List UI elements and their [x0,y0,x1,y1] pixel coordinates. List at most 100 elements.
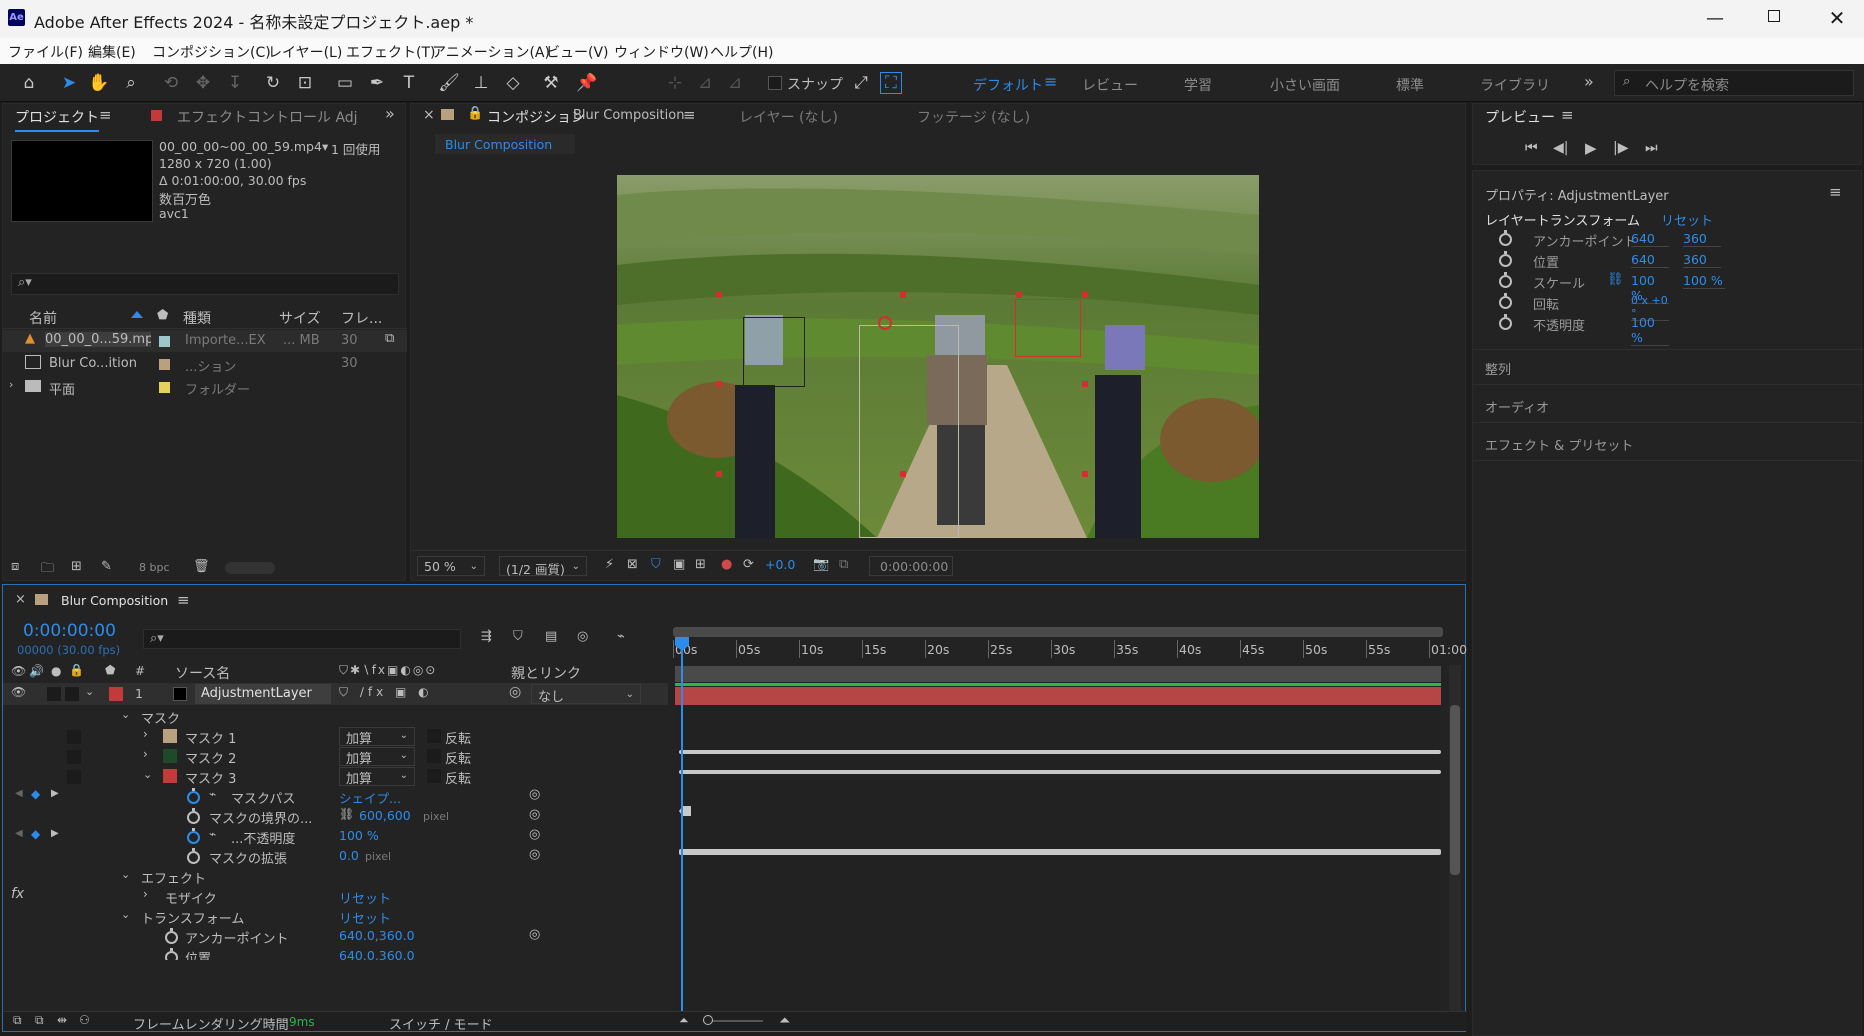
eraser-tool-icon[interactable]: ◇ [502,72,524,94]
mask-mode-select[interactable]: 加算 ⌄ [339,747,415,767]
snap-checkbox[interactable] [768,76,782,90]
workspace-review[interactable]: レビュー [1082,75,1138,95]
col-name[interactable]: 名前 [29,308,57,328]
close-tab-icon[interactable]: × [423,107,435,123]
close-tab-icon[interactable]: × [15,592,26,607]
toggle-switches-modes[interactable]: スイッチ / モード [389,1014,493,1033]
play-icon[interactable]: ▶ [1585,139,1597,157]
mask-color-swatch[interactable] [163,769,177,783]
video-switch-icon[interactable]: 👁 [11,664,26,678]
home-icon[interactable]: ⌂ [18,72,40,94]
stopwatch-icon[interactable] [1499,293,1512,309]
menu-file[interactable]: ファイル(F) [8,42,83,62]
prev-keyframe-icon[interactable]: ◀ [15,828,23,839]
layer-name[interactable]: AdjustmentLayer [195,684,331,704]
help-search-input[interactable]: ⌕ ヘルプを検索 [1614,70,1854,96]
prop-value-y[interactable]: 360 [1683,231,1721,247]
mask-name[interactable]: マスク 1 [185,728,236,747]
prop-value-y[interactable]: 100 % [1683,273,1725,289]
audio-panel-header[interactable]: オーディオ [1485,397,1549,416]
col-frame-rate[interactable]: フレ... [341,308,382,328]
previous-frame-icon[interactable]: ◀| [1553,140,1568,156]
time-navigator[interactable] [673,627,1443,637]
reset-exposure-icon[interactable]: ⟳ [743,557,754,572]
position-value[interactable]: 640.0,360.0 [339,948,415,960]
pickwhip-icon[interactable]: ◎ [529,827,540,842]
pickwhip-icon[interactable]: ◎ [529,927,540,942]
tab-project[interactable]: プロジェクト [15,107,99,132]
dolly-camera-icon[interactable]: ↧ [224,72,246,94]
snap-options-icon[interactable]: ⤢ [850,72,872,94]
thumb-name[interactable]: 00_00_00~00_00_59.mp4▾ [159,139,328,154]
mask-1-outline[interactable] [743,317,805,387]
position-row[interactable]: 位置 640.0,360.0 [3,946,668,960]
prop-value[interactable]: 100 % [1631,315,1669,346]
first-frame-icon[interactable]: ⏮ [1525,140,1538,156]
adjust-project-icon[interactable]: ✎ [101,559,112,574]
flowchart-icon[interactable]: ⧉ [385,331,394,346]
anchor-point-icon[interactable] [878,316,892,330]
zoom-out-icon[interactable]: ⏶ [679,1013,689,1028]
workspace-libraries[interactable]: ライブラリ [1480,75,1550,95]
region-of-interest-icon[interactable]: ▣ [673,557,685,572]
time-ruler[interactable]: 00s 05s 10s 15s 20s 25s 30s 35s 40s 45s 50s 55s 01:0… [673,638,1467,660]
sort-ascending-icon[interactable] [131,311,143,318]
solo-box[interactable] [47,687,61,701]
project-item-folder[interactable]: › 平面 フォルダー [3,376,407,398]
work-area-range[interactable] [675,683,1441,686]
local-axis-icon[interactable]: ⊹ [664,72,686,94]
current-time-field[interactable]: 0:00:00:00 [869,556,953,576]
mask-vertex[interactable] [1082,471,1088,477]
mask-vertex[interactable] [1082,381,1088,387]
timeline-search-input[interactable]: ⌕▾ [143,629,461,649]
tab-layer[interactable]: レイヤー (なし) [739,107,838,127]
rectangle-tool-icon[interactable]: ▭ [334,72,356,94]
brush-tool-icon[interactable]: 🖌 [438,72,460,94]
tab-composition[interactable]: コンポジション [487,107,585,127]
mask-expansion-value[interactable]: 0.0 [339,848,359,863]
project-item-composition[interactable]: Blur Co...ition ...ション 30 [3,353,407,375]
orbit-camera-icon[interactable]: ⟲ [160,72,182,94]
render-time-toggle-icon[interactable]: ⚇ [79,1013,90,1027]
resolution-select[interactable]: (1/2 画質) ⌄ [499,556,587,577]
layer-row-adjustment[interactable]: 👁 ⌄ 1 AdjustmentLayer ⛉ ∕fx ▣ ◐ ◎ なし ⌄ [3,683,668,705]
chevron-down-icon[interactable]: ⌄ [121,868,130,881]
next-keyframe-icon[interactable]: ▶ [51,828,59,839]
mask-color-swatch[interactable] [163,749,177,763]
comp-breadcrumb[interactable]: Blur Composition [435,134,575,154]
in-out-toggle-icon[interactable]: ⇹ [57,1013,67,1027]
chevron-down-icon[interactable]: ⌄ [85,685,94,698]
tab-composition-name[interactable]: Blur Composition [573,108,684,123]
puppet-pin-icon[interactable]: 📌 [576,72,598,94]
interpret-footage-icon[interactable]: ⧈ [11,559,19,574]
draft-3d-icon[interactable]: ⛉ [513,629,523,644]
mask-vertex[interactable] [900,471,906,477]
prev-keyframe-icon[interactable]: ◀ [15,788,23,799]
mask-vertex[interactable] [716,381,722,387]
mosaic-reset-link[interactable]: リセット [339,888,391,907]
workspace-default[interactable]: デフォルト [973,75,1043,95]
graph-editor-icon[interactable]: ⌁ [617,629,625,644]
parent-link-header[interactable]: 親とリンク [511,663,581,683]
solo-switch-icon[interactable]: ● [51,664,61,678]
menu-edit[interactable]: 編集(E) [88,42,136,62]
mask-mode-select[interactable]: 加算 ⌄ [339,727,415,747]
label-tag-icon[interactable]: ⬟ [157,308,168,323]
panel-menu-icon[interactable]: ≡ [1829,183,1842,201]
bit-depth-toggle[interactable]: 8 bpc [139,561,170,574]
rotate-tool-icon[interactable]: ↻ [262,72,284,94]
menu-help[interactable]: ヘルプ(H) [710,42,773,62]
mask-vertex[interactable] [900,292,906,298]
menu-view[interactable]: ビュー(V) [546,42,609,62]
stopwatch-icon[interactable] [1499,230,1512,246]
zoom-in-icon[interactable]: ⏶ [779,1013,790,1029]
menu-animation[interactable]: アニメーション(A) [432,42,550,62]
lock-icon[interactable]: 🔒 [467,106,483,121]
prop-value-x[interactable]: 640 [1631,231,1669,247]
stopwatch-icon[interactable] [1499,272,1512,288]
layer-label-swatch[interactable] [109,687,123,701]
invert-checkbox[interactable] [427,769,441,783]
mask-vertex[interactable] [716,471,722,477]
chevron-right-icon[interactable]: › [143,727,148,741]
graph-icon[interactable]: ⌁ [209,827,216,841]
